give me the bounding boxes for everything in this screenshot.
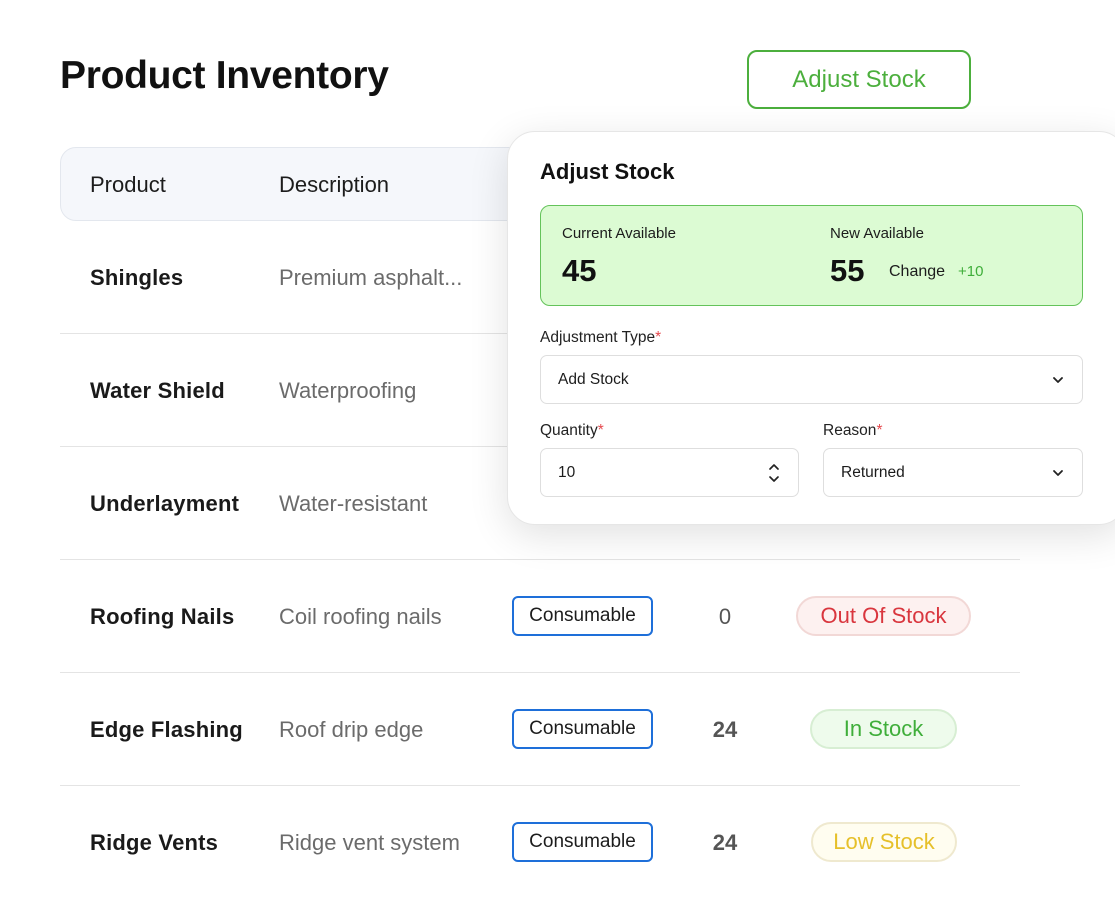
change-label: Change [889, 263, 946, 280]
page-title: Product Inventory [60, 54, 389, 97]
adjustment-type-label-text: Adjustment Type [540, 329, 656, 346]
reason-label: Reason* [823, 422, 882, 440]
chevron-down-icon [1053, 377, 1063, 383]
stock-summary-card: Current Available 45 New Available 55 Ch… [540, 205, 1083, 306]
status-badge-low-stock: Low Stock [811, 822, 957, 862]
adjustment-type-select[interactable]: Add Stock [540, 355, 1083, 404]
product-name: Underlayment [90, 491, 240, 516]
new-available-value: 55 [830, 253, 865, 288]
quantity-stepper[interactable]: 10 [540, 448, 799, 497]
product-name: Ridge Vents [90, 830, 219, 855]
product-name: Shingles [90, 265, 184, 290]
chevron-up-down-icon[interactable] [767, 461, 781, 485]
table-row[interactable]: Ridge Vents Ridge vent system Consumable… [60, 786, 1020, 899]
quantity-value: 24 [712, 830, 738, 855]
required-mark: * [876, 422, 883, 439]
quantity-label: Quantity* [540, 422, 604, 440]
quantity-value: 24 [712, 717, 738, 742]
quantity-label-text: Quantity [540, 422, 598, 439]
product-description: Waterproofing [279, 378, 417, 403]
modal-title: Adjust Stock [540, 159, 675, 184]
quantity-value: 0 [718, 604, 732, 629]
quantity-input-value: 10 [558, 463, 576, 481]
new-available-label: New Available [830, 225, 924, 242]
product-name: Edge Flashing [90, 717, 243, 742]
product-name: Water Shield [90, 378, 225, 403]
adjustment-type-value: Add Stock [558, 370, 629, 388]
category-tag: Consumable [512, 822, 653, 862]
adjustment-type-label: Adjustment Type* [540, 329, 661, 347]
product-description: Roof drip edge [279, 717, 424, 742]
category-tag: Consumable [512, 596, 653, 636]
reason-select[interactable]: Returned [823, 448, 1083, 497]
change-value: +10 [958, 263, 984, 280]
chevron-down-icon [1053, 470, 1063, 476]
reason-value: Returned [841, 463, 905, 481]
status-badge-in-stock: In Stock [810, 709, 957, 749]
adjust-stock-modal: Adjust Stock Current Available 45 New Av… [507, 131, 1115, 525]
product-description: Water-resistant [279, 491, 428, 516]
category-tag: Consumable [512, 709, 653, 749]
status-badge-out-of-stock: Out Of Stock [796, 596, 971, 636]
inventory-page: Product Inventory Adjust Stock Product D… [0, 0, 1115, 915]
current-available-value: 45 [562, 253, 597, 288]
required-mark: * [655, 329, 662, 346]
table-row[interactable]: Roofing Nails Coil roofing nails Consuma… [60, 560, 1020, 673]
product-description: Coil roofing nails [279, 604, 442, 629]
column-header-description[interactable]: Description [279, 172, 389, 198]
table-row[interactable]: Edge Flashing Roof drip edge Consumable … [60, 673, 1020, 786]
required-mark: * [597, 422, 604, 439]
adjust-stock-button[interactable]: Adjust Stock [747, 50, 971, 109]
product-name: Roofing Nails [90, 604, 235, 629]
product-description: Ridge vent system [279, 830, 460, 855]
product-description: Premium asphalt... [279, 265, 463, 290]
column-header-product[interactable]: Product [90, 172, 166, 198]
reason-label-text: Reason [823, 422, 877, 439]
current-available-label: Current Available [562, 225, 676, 242]
